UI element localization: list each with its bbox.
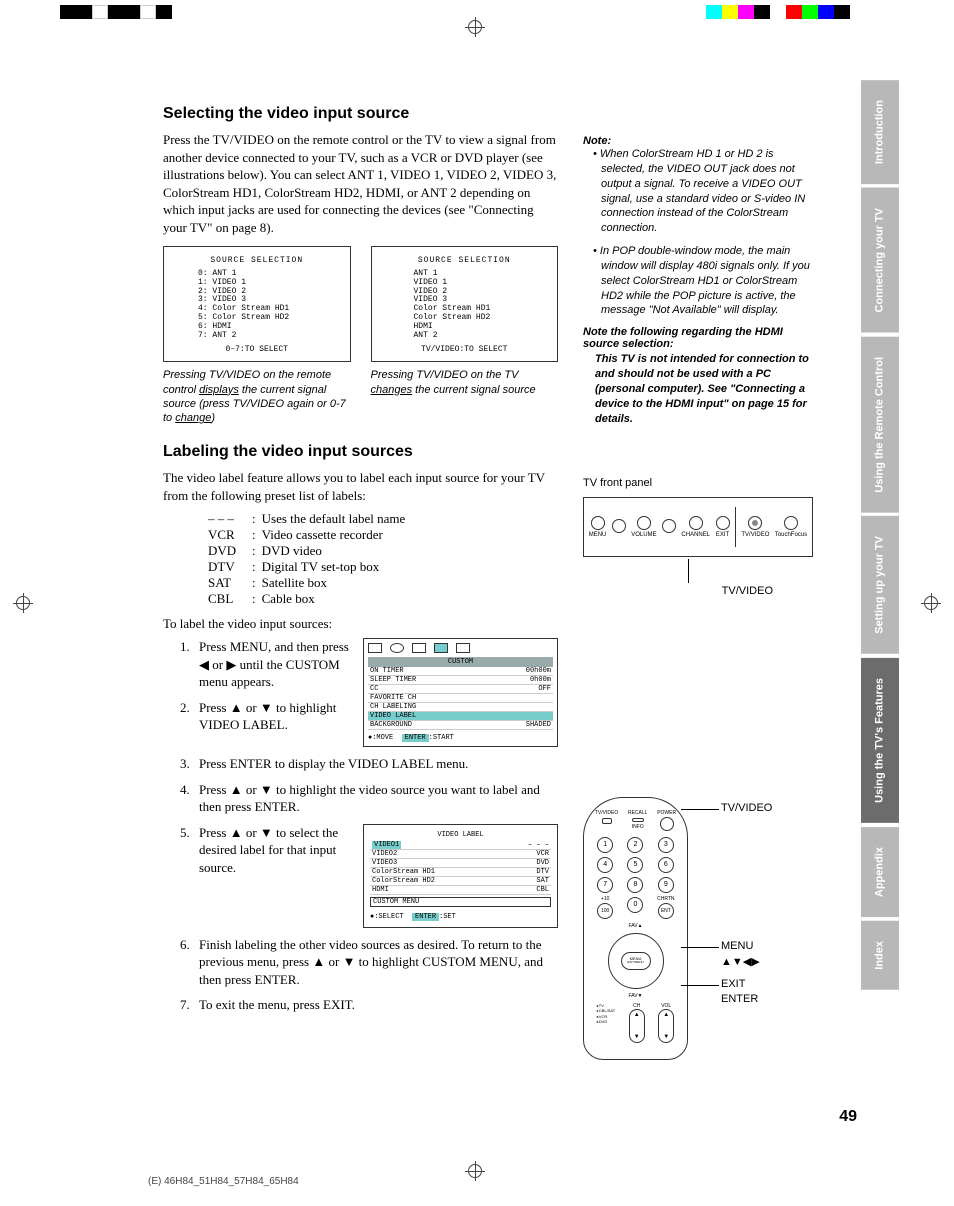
note-hdmi-heading: Note the following regarding the HDMI so… [583, 326, 813, 350]
callout-tvvideo: TV/VIDEO [721, 802, 772, 814]
label-list: – – –: Uses the default label name VCR: … [208, 511, 558, 607]
screen-source-tv: SOURCE SELECTION ANT 1VIDEO 1VIDEO 2VIDE… [371, 246, 559, 362]
callout-exit: EXIT [721, 978, 745, 990]
tab-features: Using the TV's Features [861, 658, 899, 823]
caption-remote: Pressing TV/VIDEO on the remote control … [163, 368, 351, 425]
tab-intro: Introduction [861, 80, 899, 184]
note-heading: Note: [583, 135, 813, 147]
para-tolabel: To label the video input sources: [163, 615, 558, 633]
callout-enter: ENTER [721, 993, 758, 1005]
tab-index: Index [861, 921, 899, 990]
step-6: Finish labeling the other video sources … [193, 936, 558, 989]
callout-menu: MENU [721, 940, 753, 952]
para-selecting: Press the TV/VIDEO on the remote control… [163, 131, 558, 236]
screen-videolabel-menu: VIDEO LABEL VIDEO1– – – VIDEO2VCR VIDEO3… [363, 824, 558, 928]
para-labeling: The video label feature allows you to la… [163, 469, 558, 504]
screen-source-remote: SOURCE SELECTION 0: ANT 11: VIDEO 12: VI… [163, 246, 351, 362]
heading-selecting: Selecting the video input source [163, 105, 558, 123]
note-hdmi: This TV is not intended for connection t… [595, 352, 813, 426]
tab-connecting: Connecting your TV [861, 188, 899, 333]
tab-appendix: Appendix [861, 827, 899, 917]
step-4: Press ▲ or ▼ to highlight the video sour… [193, 781, 558, 816]
note-1: • When ColorStream HD 1 or HD 2 is selec… [593, 147, 813, 236]
footer-models: (E) 46H84_51H84_57H84_65H84 [148, 1176, 299, 1187]
callout-arrows: ▲▼◀▶ [721, 955, 760, 968]
step-3: Press ENTER to display the VIDEO LABEL m… [193, 755, 558, 773]
screen-custom-menu: CUSTOM ON TIMER00h00m SLEEP TIMER0h00m C… [363, 638, 558, 747]
tv-panel-label: TV front panel [583, 477, 813, 489]
caption-tv: Pressing TV/VIDEO on the TV changes the … [371, 368, 559, 397]
side-tabs: Introduction Connecting your TV Using th… [861, 80, 906, 994]
note-2: • In POP double-window mode, the main wi… [593, 244, 813, 318]
page-number: 49 [839, 1108, 857, 1126]
panel-callout: TV/VIDEO [722, 585, 773, 597]
tv-front-panel: MENU VOLUME CHANNEL EXIT TV/VIDEO TouchF… [583, 497, 813, 557]
heading-labeling: Labeling the video input sources [163, 443, 558, 461]
tab-remote: Using the Remote Control [861, 337, 899, 513]
step-7: To exit the menu, press EXIT. [193, 996, 558, 1014]
tab-setup: Setting up your TV [861, 516, 899, 654]
remote-control: TV/VIDEO RECALLINFO POWER 123 456 789 +1… [583, 797, 688, 1060]
